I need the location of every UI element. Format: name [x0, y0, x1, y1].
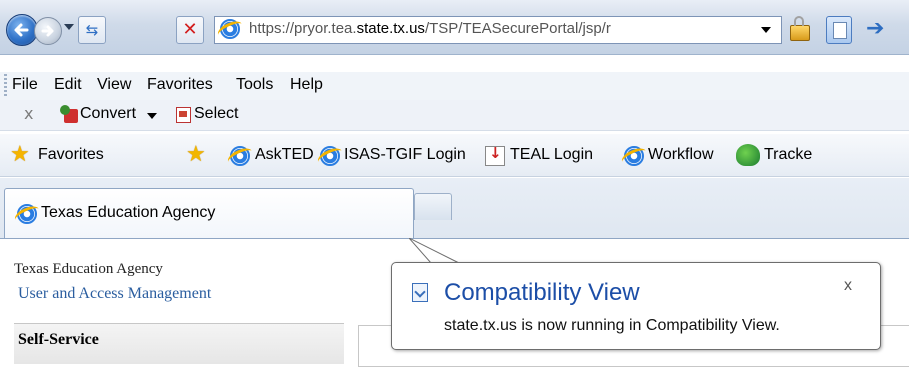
workflow-icon	[624, 146, 644, 166]
tab-texas-education-agency[interactable]: Texas Education Agency	[4, 188, 414, 239]
notification-message: state.tx.us is now running in Compatibil…	[444, 317, 780, 334]
org-name: Texas Education Agency	[14, 261, 163, 277]
favorite-link-askted[interactable]: AskTED	[255, 146, 314, 164]
menu-bar: File Edit View Favorites Tools Help	[0, 72, 909, 101]
favorite-link-tracker[interactable]: Tracke	[764, 146, 812, 164]
refresh-compat-icon[interactable]: ⇆	[78, 16, 106, 44]
back-arrow-icon	[14, 23, 29, 37]
navigation-bar: ⇆ ✕ https://pryor.tea.state.tx.us/TSP/TE…	[0, 0, 909, 55]
favorite-link-teal-login[interactable]: TEAL Login	[510, 146, 593, 164]
forward-button[interactable]	[34, 17, 62, 45]
address-url[interactable]: https://pryor.tea.state.tx.us/TSP/TEASec…	[249, 20, 611, 37]
go-arrow-icon[interactable]: ➔	[866, 18, 884, 40]
convert-dropdown-icon[interactable]	[147, 113, 157, 119]
favorites-star-icon[interactable]: ★	[10, 144, 30, 166]
menu-favorites[interactable]: Favorites	[147, 76, 213, 94]
menu-view[interactable]: View	[97, 76, 131, 94]
lock-icon[interactable]	[790, 16, 810, 41]
menu-help[interactable]: Help	[290, 76, 323, 94]
address-dropdown-icon[interactable]	[761, 27, 771, 33]
compatibility-page-icon	[833, 22, 847, 39]
compatibility-view-button[interactable]	[826, 16, 852, 44]
menu-edit[interactable]: Edit	[54, 76, 82, 94]
tab-title: Texas Education Agency	[41, 204, 216, 221]
isas-icon	[320, 146, 340, 166]
forward-arrow-icon	[41, 25, 54, 37]
notification-pointer	[409, 238, 461, 264]
convert-button[interactable]: Convert	[80, 105, 136, 123]
favorite-link-isas-tgif-login[interactable]: ISAS-TGIF Login	[344, 146, 466, 164]
tab-strip: Texas Education Agency	[0, 178, 909, 239]
favorites-button[interactable]: Favorites	[38, 146, 104, 164]
converter-toolbar: x Convert Select	[0, 100, 909, 131]
tab-ie-icon	[17, 204, 37, 224]
notification-title: Compatibility View	[444, 279, 640, 306]
stop-icon[interactable]: ✕	[176, 16, 204, 44]
close-toolbar-icon[interactable]: x	[24, 104, 33, 123]
favorite-link-workflow[interactable]: Workflow	[648, 146, 714, 164]
askted-icon	[230, 146, 250, 166]
teal-login-icon	[485, 144, 505, 166]
compatibility-view-notification: Compatibility View state.tx.us is now ru…	[391, 262, 881, 350]
compatibility-view-icon	[412, 283, 428, 302]
toolbar-grip[interactable]	[4, 74, 7, 98]
select-pdf-icon	[176, 107, 191, 123]
add-favorite-icon[interactable]: ★	[186, 144, 206, 166]
notification-close-button[interactable]: x	[844, 277, 852, 295]
new-tab-button[interactable]	[414, 193, 452, 220]
tracker-icon	[736, 144, 760, 166]
address-bar[interactable]: https://pryor.tea.state.tx.us/TSP/TEASec…	[214, 16, 782, 44]
favorites-bar: ★ Favorites ★ AskTED ISAS-TGIF Login TEA…	[0, 134, 909, 177]
ie-page-icon	[220, 19, 240, 39]
convert-pdf-icon	[60, 105, 78, 123]
select-button[interactable]: Select	[194, 105, 238, 123]
menu-file[interactable]: File	[12, 76, 38, 94]
self-service-heading: Self-Service	[18, 331, 99, 348]
page-subtitle-link[interactable]: User and Access Management	[18, 285, 211, 303]
recent-pages-dropdown[interactable]	[64, 24, 74, 30]
menu-tools[interactable]: Tools	[236, 76, 273, 94]
